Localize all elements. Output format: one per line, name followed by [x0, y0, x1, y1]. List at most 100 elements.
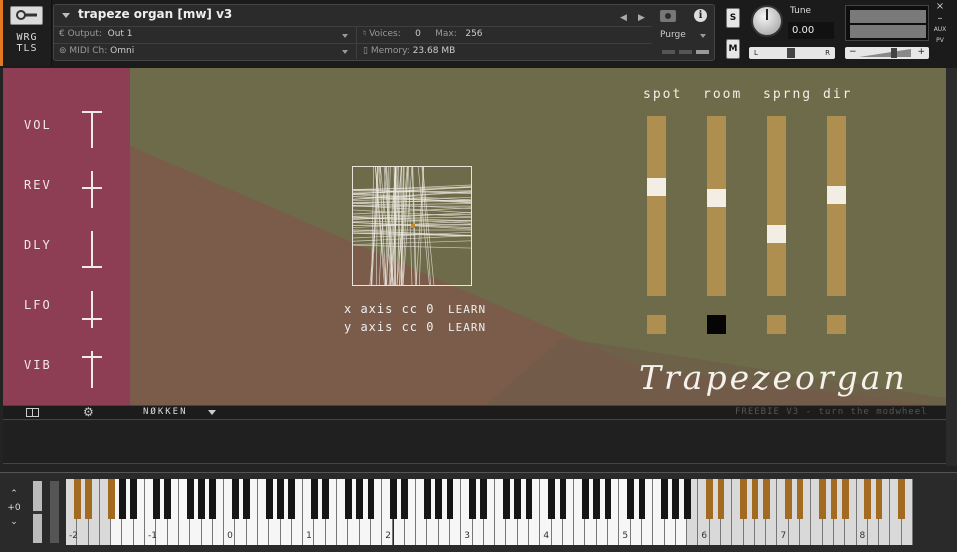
- black-key[interactable]: [277, 479, 284, 519]
- piano-keys[interactable]: -2 -1 0 1 2 3 4 5 6 7 8: [66, 479, 913, 545]
- black-key[interactable]: [107, 479, 115, 519]
- max-voices-value[interactable]: 256: [465, 29, 482, 39]
- sprng-toggle[interactable]: [767, 315, 786, 334]
- black-key[interactable]: [186, 479, 194, 519]
- black-key[interactable]: [198, 479, 205, 519]
- preset-name[interactable]: NØKKEN: [143, 407, 188, 417]
- black-key[interactable]: [503, 479, 510, 519]
- black-key[interactable]: [311, 479, 318, 519]
- purge-button[interactable]: Purge: [660, 30, 686, 40]
- output-dropdown-icon[interactable]: [342, 34, 348, 38]
- octave-down-icon[interactable]: ⌄: [2, 515, 26, 529]
- camera-icon[interactable]: [660, 10, 676, 22]
- volume-slider[interactable]: − +: [845, 47, 929, 59]
- black-key[interactable]: [740, 479, 747, 519]
- black-key[interactable]: [288, 479, 296, 519]
- black-key[interactable]: [356, 479, 363, 519]
- black-key[interactable]: [130, 479, 138, 519]
- rev-handle[interactable]: [82, 187, 102, 189]
- pan-slider[interactable]: L R: [749, 47, 835, 59]
- room-toggle[interactable]: [707, 315, 726, 334]
- black-key[interactable]: [232, 479, 239, 519]
- black-key[interactable]: [593, 479, 601, 519]
- mute-button[interactable]: M: [726, 39, 740, 59]
- vol-control[interactable]: VOL: [3, 111, 130, 178]
- black-key[interactable]: [604, 479, 612, 519]
- black-key[interactable]: [638, 479, 646, 519]
- black-key[interactable]: [785, 479, 793, 519]
- dly-control[interactable]: DLY: [3, 231, 130, 298]
- y-axis-learn-button[interactable]: LEARN: [448, 321, 486, 334]
- instrument-title[interactable]: trapeze organ [mw] v3: [78, 7, 232, 21]
- black-key[interactable]: [435, 479, 443, 519]
- black-key[interactable]: [830, 479, 838, 519]
- vib-control[interactable]: VIB: [3, 351, 130, 407]
- close-icon[interactable]: ×: [933, 2, 947, 12]
- mod-wheel[interactable]: [50, 481, 59, 543]
- tune-value[interactable]: 0.00: [788, 22, 834, 39]
- black-key[interactable]: [344, 479, 352, 519]
- rev-control[interactable]: REV: [3, 171, 130, 238]
- pan-handle[interactable]: [787, 48, 795, 58]
- next-instrument-icon[interactable]: ▶: [638, 13, 645, 23]
- black-key[interactable]: [119, 479, 126, 519]
- sprng-fader-handle[interactable]: [767, 225, 786, 243]
- collapse-triangle-icon[interactable]: [62, 13, 70, 18]
- black-key[interactable]: [209, 479, 217, 519]
- room-fader-handle[interactable]: [707, 189, 726, 207]
- dly-track[interactable]: [91, 231, 93, 268]
- black-key[interactable]: [73, 479, 81, 519]
- black-key[interactable]: [751, 479, 759, 519]
- black-key[interactable]: [367, 479, 375, 519]
- black-key[interactable]: [164, 479, 172, 519]
- black-key[interactable]: [841, 479, 849, 519]
- solo-button[interactable]: S: [726, 8, 740, 28]
- lfo-control[interactable]: LFO: [3, 291, 130, 358]
- black-key[interactable]: [322, 479, 330, 519]
- x-axis-learn-button[interactable]: LEARN: [448, 303, 486, 316]
- black-key[interactable]: [243, 479, 251, 519]
- black-key[interactable]: [469, 479, 476, 519]
- black-key[interactable]: [683, 479, 691, 519]
- midi-dropdown-icon[interactable]: [342, 50, 348, 54]
- black-key[interactable]: [864, 479, 872, 519]
- black-key[interactable]: [152, 479, 160, 519]
- black-key[interactable]: [796, 479, 804, 519]
- pitch-bend-wheel[interactable]: [33, 481, 42, 543]
- vol-track[interactable]: [91, 111, 93, 148]
- y-axis-cc-value[interactable]: 0: [426, 320, 434, 334]
- lfo-track[interactable]: [91, 291, 93, 328]
- black-key[interactable]: [875, 479, 883, 519]
- gear-icon[interactable]: ⚙: [83, 405, 94, 419]
- octave-control[interactable]: ⌃ +0 ⌄: [2, 487, 26, 529]
- black-key[interactable]: [627, 479, 635, 519]
- black-key[interactable]: [401, 479, 409, 519]
- vib-handle[interactable]: [82, 356, 102, 358]
- rack-scrollbar[interactable]: [946, 68, 957, 466]
- dir-fader[interactable]: [827, 116, 846, 296]
- black-key[interactable]: [582, 479, 589, 519]
- purge-dropdown-icon[interactable]: [700, 34, 706, 38]
- dir-toggle[interactable]: [827, 315, 846, 334]
- room-fader[interactable]: [707, 116, 726, 296]
- book-icon[interactable]: [26, 408, 39, 417]
- rev-track[interactable]: [91, 171, 93, 208]
- spot-toggle[interactable]: [647, 315, 666, 334]
- pv-label[interactable]: PV: [933, 34, 947, 48]
- minimize-icon[interactable]: –: [933, 12, 947, 26]
- black-key[interactable]: [423, 479, 431, 519]
- black-key[interactable]: [390, 479, 397, 519]
- volume-handle[interactable]: [891, 48, 897, 58]
- spot-fader-handle[interactable]: [647, 178, 666, 196]
- prev-instrument-icon[interactable]: ◀: [620, 13, 627, 23]
- black-key[interactable]: [661, 479, 668, 519]
- black-key[interactable]: [898, 479, 906, 519]
- aux-label[interactable]: AUX: [933, 26, 947, 34]
- output-row[interactable]: € Output: Out 1: [59, 29, 133, 39]
- x-axis-cc-value[interactable]: 0: [426, 302, 434, 316]
- black-key[interactable]: [265, 479, 273, 519]
- black-key[interactable]: [762, 479, 770, 519]
- dir-fader-handle[interactable]: [827, 186, 846, 204]
- midi-channel-row[interactable]: ⊚ MIDI Ch: Omni: [59, 46, 134, 56]
- lfo-handle[interactable]: [82, 318, 102, 320]
